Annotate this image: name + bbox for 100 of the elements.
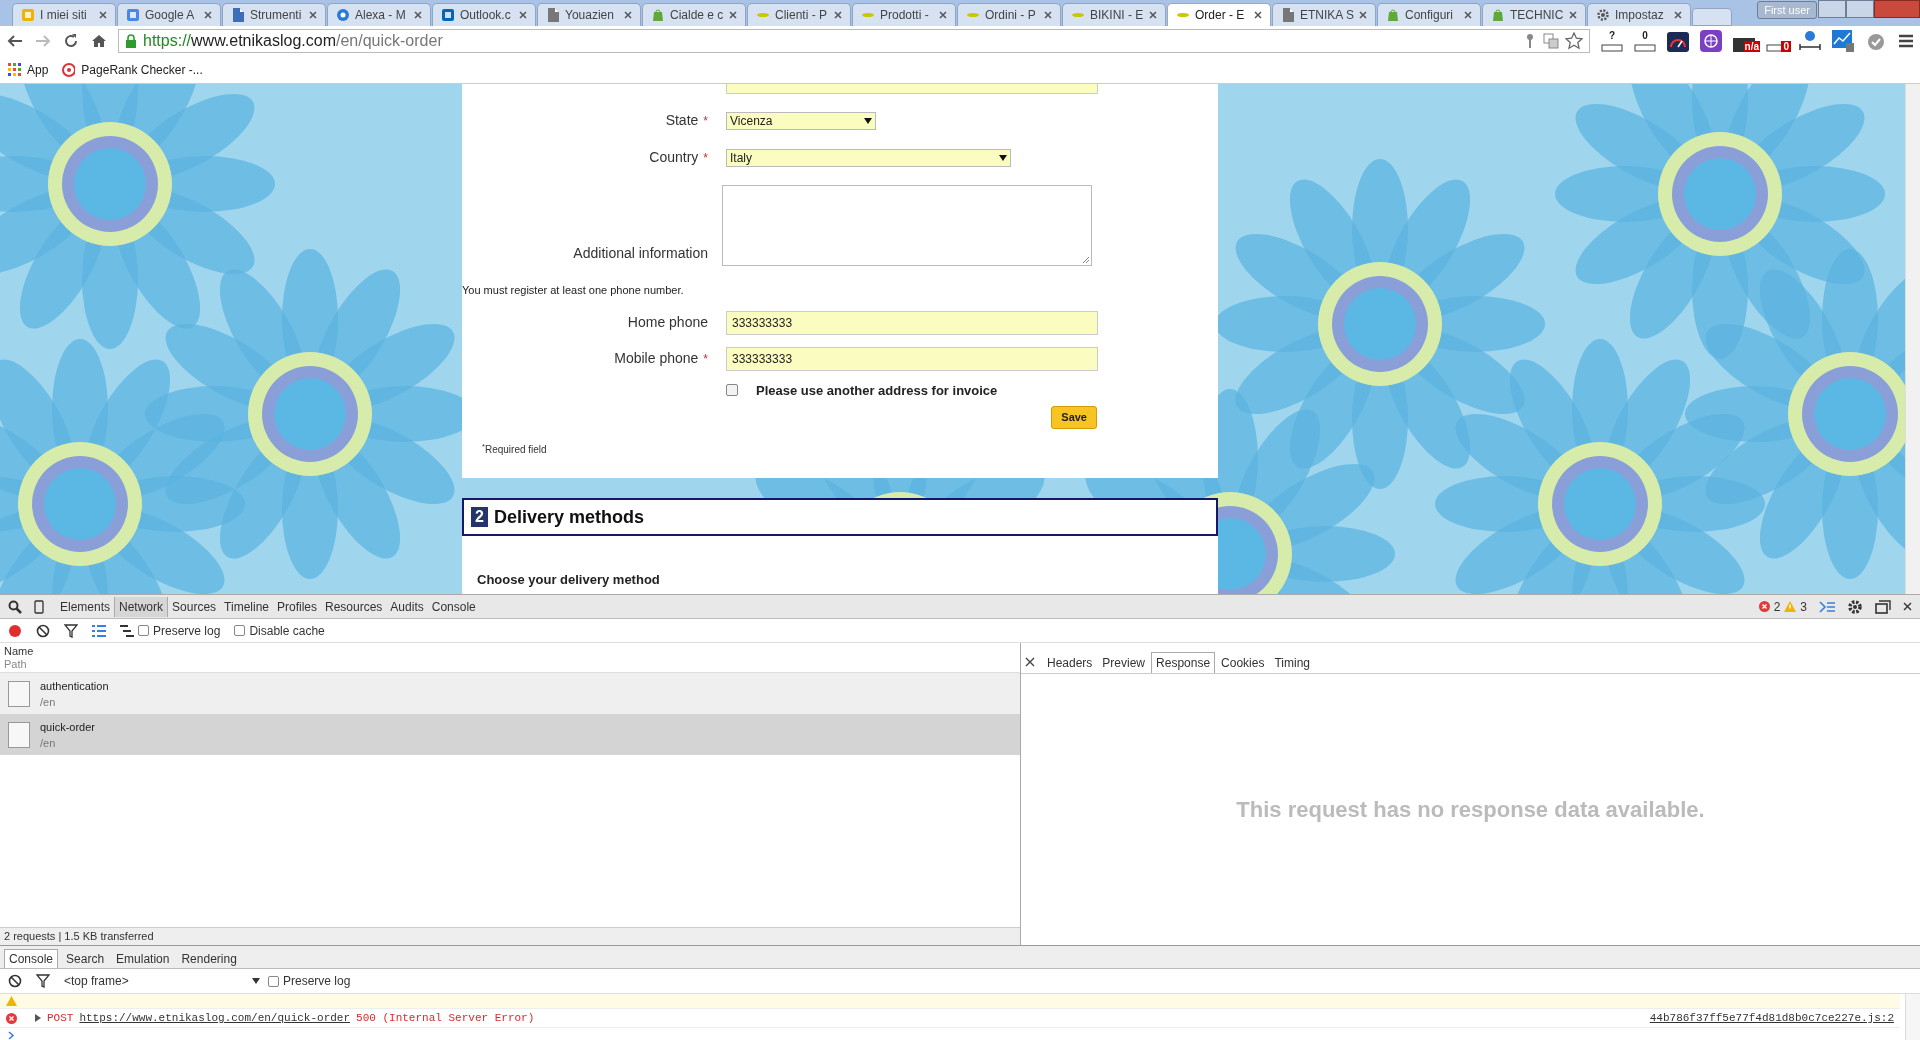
- close-icon[interactable]: [1044, 11, 1052, 19]
- close-icon[interactable]: [1903, 602, 1912, 611]
- waterfall-icon[interactable]: [120, 624, 134, 637]
- bookmark-link[interactable]: PageRank Checker -...: [81, 60, 203, 79]
- close-icon[interactable]: [519, 11, 527, 19]
- text-field[interactable]: [726, 84, 1098, 94]
- close-icon[interactable]: [1569, 11, 1577, 19]
- devtools-tab[interactable]: Console: [427, 596, 480, 617]
- source-link[interactable]: 44b786f37ff5e77f4d81d8b0c7ce227e.js:2: [1649, 1009, 1894, 1027]
- devtools-tab[interactable]: Sources: [168, 596, 221, 617]
- scrollbar[interactable]: [1905, 84, 1920, 594]
- close-icon[interactable]: [414, 11, 422, 19]
- text-field[interactable]: 333333333: [726, 346, 1098, 371]
- record-button[interactable]: [8, 623, 22, 638]
- extension-button[interactable]: ?: [1600, 30, 1624, 52]
- close-icon[interactable]: [834, 11, 842, 19]
- context-select[interactable]: <top frame>: [64, 972, 260, 990]
- address-field[interactable]: https://www.etnikaslog.com/en/quick-order: [118, 29, 1590, 53]
- phone-icon[interactable]: [34, 599, 44, 614]
- browser-tab[interactable]: Alexa - M: [327, 3, 431, 26]
- browser-tab[interactable]: Outlook.c: [432, 3, 536, 26]
- browser-tab[interactable]: I miei siti: [12, 3, 116, 26]
- console-drawer-icon[interactable]: [1819, 600, 1835, 613]
- devtools-tab[interactable]: Audits: [386, 596, 428, 617]
- extension-button[interactable]: 0: [1765, 30, 1789, 52]
- browser-tab[interactable]: Configuri: [1377, 3, 1481, 26]
- star-icon[interactable]: [1565, 32, 1583, 50]
- extension-button[interactable]: [1666, 30, 1690, 52]
- checkbox[interactable]: [138, 625, 149, 636]
- drawer-tab[interactable]: Rendering: [177, 949, 241, 968]
- dock-icon[interactable]: [1875, 599, 1891, 614]
- close-icon[interactable]: [1359, 11, 1367, 19]
- close-icon[interactable]: [1149, 11, 1157, 19]
- select-field[interactable]: Italy: [726, 148, 1011, 167]
- close-icon[interactable]: [729, 11, 737, 19]
- bookmark-link[interactable]: App: [27, 60, 49, 79]
- column-header[interactable]: Path: [4, 657, 1016, 671]
- close-icon[interactable]: [1464, 11, 1472, 19]
- error-counter[interactable]: 2 3: [1758, 597, 1807, 616]
- expand-arrow-icon[interactable]: [35, 1014, 41, 1022]
- close-icon[interactable]: [1254, 11, 1262, 19]
- close-icon[interactable]: [309, 11, 317, 19]
- close-icon[interactable]: [624, 11, 632, 19]
- browser-tab[interactable]: BIKINI - E: [1062, 3, 1166, 26]
- detail-tab[interactable]: Response: [1151, 652, 1216, 673]
- checkbox[interactable]: [268, 975, 279, 987]
- close-icon[interactable]: [1025, 657, 1035, 667]
- browser-tab[interactable]: Impostaz: [1587, 3, 1691, 26]
- filter-icon[interactable]: [36, 974, 50, 988]
- close-icon[interactable]: [99, 11, 107, 19]
- browser-tab[interactable]: Order - E: [1167, 3, 1271, 26]
- devtools-tab[interactable]: Network: [114, 596, 169, 617]
- devtools-tab[interactable]: Resources: [321, 596, 387, 617]
- browser-tab[interactable]: Cialde e c: [642, 3, 746, 26]
- request-row[interactable]: quick-order /en: [0, 714, 1020, 755]
- list-view-icon[interactable]: [92, 624, 106, 637]
- detail-tab[interactable]: Cookies: [1217, 652, 1269, 673]
- column-header[interactable]: Name: [4, 644, 1016, 658]
- checkbox[interactable]: [726, 384, 738, 397]
- detail-tab[interactable]: Timing: [1270, 652, 1314, 673]
- settings-icon[interactable]: [1847, 598, 1863, 615]
- maximize-button[interactable]: [1846, 0, 1874, 18]
- extension-button[interactable]: [1699, 30, 1723, 52]
- extension-button[interactable]: [1798, 30, 1822, 52]
- browser-tab[interactable]: ETNIKA S: [1272, 3, 1376, 26]
- devtools-tab[interactable]: Timeline: [220, 596, 273, 617]
- close-icon[interactable]: [1674, 11, 1682, 19]
- select-field[interactable]: Vicenza: [726, 111, 876, 130]
- url-link[interactable]: https://www.etnikaslog.com/en/quick-order: [79, 1009, 351, 1027]
- close-icon[interactable]: [204, 11, 212, 19]
- request-row[interactable]: authentication /en: [0, 673, 1020, 714]
- devtools-tab[interactable]: Profiles: [273, 596, 321, 617]
- drawer-tab[interactable]: Search: [62, 949, 109, 968]
- browser-tab[interactable]: Ordini - P: [957, 3, 1061, 26]
- extension-button[interactable]: 0: [1633, 30, 1657, 52]
- search-icon[interactable]: [8, 599, 22, 614]
- devtools-tab[interactable]: Elements: [56, 596, 115, 617]
- drawer-tab[interactable]: Emulation: [112, 949, 174, 968]
- browser-tab[interactable]: TECHNIC: [1482, 3, 1586, 26]
- menu-icon[interactable]: [1898, 33, 1914, 49]
- browser-tab[interactable]: Prodotti -: [852, 3, 956, 26]
- drawer-tab[interactable]: Console: [4, 949, 59, 968]
- tab-title: Configuri: [1405, 7, 1455, 24]
- browser-tab[interactable]: Youazien: [537, 3, 641, 26]
- home-icon[interactable]: [90, 32, 108, 50]
- minimize-button[interactable]: [1818, 0, 1846, 18]
- browser-tab[interactable]: Clienti - P: [747, 3, 851, 26]
- reload-icon[interactable]: [62, 32, 80, 50]
- save-button[interactable]: Save: [1051, 406, 1097, 429]
- text-field[interactable]: 333333333: [726, 310, 1098, 335]
- close-icon[interactable]: [939, 11, 947, 19]
- checkbox[interactable]: [234, 625, 246, 636]
- detail-tab[interactable]: Preview: [1098, 652, 1150, 673]
- browser-tab[interactable]: Strumenti: [222, 3, 326, 26]
- browser-tab[interactable]: Google A: [117, 3, 221, 26]
- filter-icon[interactable]: [64, 623, 78, 638]
- detail-tab[interactable]: Headers: [1043, 652, 1097, 673]
- clear-icon[interactable]: [36, 623, 50, 638]
- scrollbar[interactable]: [1905, 994, 1920, 1040]
- clear-icon[interactable]: [8, 974, 22, 988]
